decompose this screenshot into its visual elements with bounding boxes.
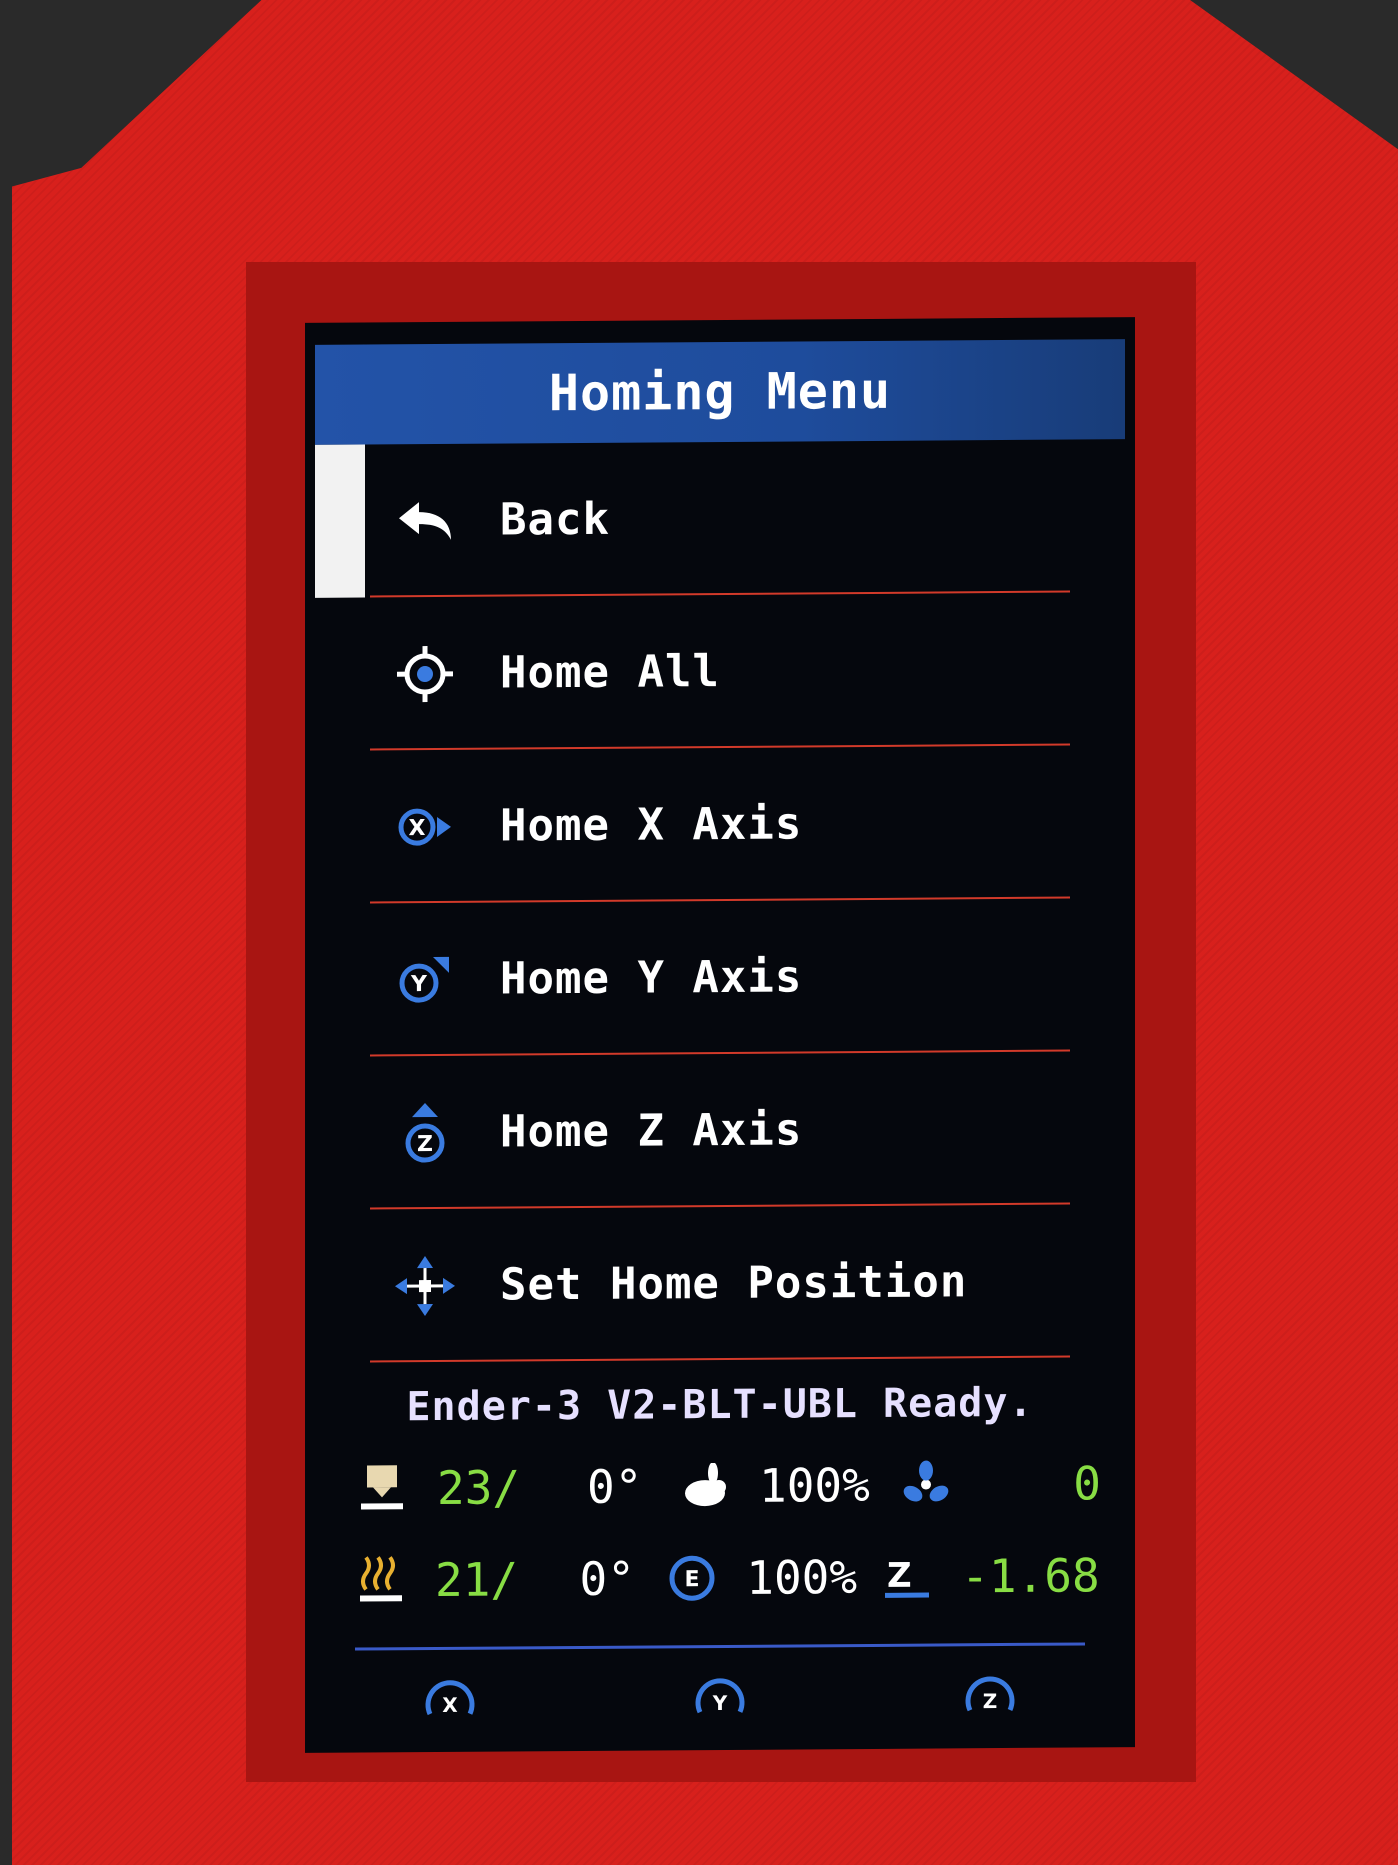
back-arrow-icon (390, 485, 460, 555)
menu-item-set-home[interactable]: Set Home Position (315, 1204, 1125, 1363)
fan-speed: 0 (1073, 1456, 1101, 1511)
svg-text:Z: Z (417, 1132, 433, 1157)
target-icon (390, 638, 460, 708)
divider (370, 1355, 1070, 1363)
menu-item-home-all[interactable]: Home All (315, 592, 1125, 751)
extruder-flow-icon: E (666, 1551, 718, 1605)
menu-item-label: Back (500, 493, 610, 546)
status-row-hotend: 23/ 0° 100% 0 (315, 1437, 1125, 1535)
status-message: Ender-3 V2-BLT-UBL Ready. (406, 1379, 1034, 1431)
menu-header: Homing Menu (315, 339, 1125, 445)
z-offset-value: -1.68 (961, 1548, 1100, 1604)
menu-item-label: Home All (500, 646, 720, 699)
svg-text:Y: Y (712, 1691, 728, 1715)
axis-z-icon: Z (965, 1676, 1015, 1713)
axis-indicators: X Y Z (315, 1662, 1125, 1738)
menu-item-label: Set Home Position (500, 1256, 968, 1311)
svg-text:Y: Y (410, 972, 428, 997)
fan-icon (899, 1457, 953, 1511)
hotend-target-temp: 0° (587, 1459, 643, 1514)
svg-text:E: E (685, 1567, 700, 1592)
heated-bed-icon (355, 1553, 407, 1607)
menu-item-home-x[interactable]: X Home X Axis (315, 745, 1125, 904)
speed-percent: 100% (759, 1457, 870, 1513)
menu-item-label: Home Y Axis (500, 951, 803, 1005)
hotend-current-temp: 23/ (437, 1460, 521, 1515)
bed-current-temp: 21/ (435, 1552, 519, 1607)
menu-item-home-y[interactable]: Y Home Y Axis (315, 898, 1125, 1057)
bed-target-temp: 0° (579, 1551, 635, 1606)
svg-text:Z: Z (983, 1689, 998, 1713)
hotend-icon (355, 1461, 409, 1515)
status-panel: Ender-3 V2-BLT-UBL Ready. 23/ 0° 100% 0 … (315, 1367, 1125, 1627)
menu-item-home-z[interactable]: Z Home Z Axis (315, 1051, 1125, 1210)
axis-x-icon: X (425, 1680, 475, 1717)
status-row-bed: 21/ 0° E 100% Z -1.68 (315, 1529, 1125, 1627)
menu-item-label: Home Z Axis (500, 1104, 803, 1158)
z-label: Z (887, 1556, 912, 1596)
bottom-divider (355, 1642, 1085, 1651)
home-y-icon: Y (390, 944, 460, 1014)
z-offset-icon: Z (881, 1550, 933, 1604)
home-z-icon: Z (390, 1097, 460, 1167)
homing-menu: Back Home All X Home X Axis Y Home Y Axi… (315, 439, 1125, 1363)
lcd-screen: Homing Menu Back Home All X Home X Axis … (305, 317, 1135, 1753)
move-cross-icon (390, 1250, 460, 1320)
home-x-icon: X (390, 791, 460, 861)
selection-indicator (315, 444, 365, 598)
svg-text:X: X (442, 1693, 458, 1717)
svg-text:X: X (409, 816, 426, 841)
menu-item-back[interactable]: Back (315, 439, 1125, 598)
axis-y-icon: Y (695, 1678, 745, 1715)
flow-percent: 100% (746, 1550, 858, 1605)
page-title: Homing Menu (548, 361, 892, 423)
speed-rabbit-icon (677, 1459, 731, 1513)
menu-item-label: Home X Axis (500, 798, 803, 852)
